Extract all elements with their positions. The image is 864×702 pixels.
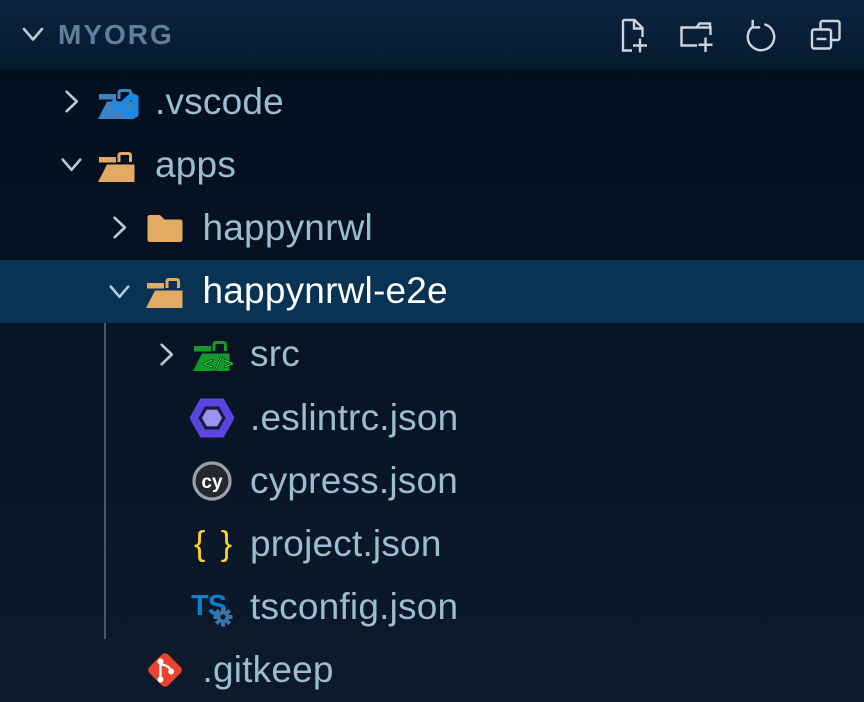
chevron-down-icon [17,18,49,53]
new-file-icon [611,15,651,55]
chevron-right-icon[interactable] [143,339,190,370]
new-folder-button[interactable] [676,15,716,55]
collapse-folders-icon [806,15,846,55]
tree-item-label: .eslintrc.json [250,397,458,439]
new-file-button[interactable] [611,15,651,55]
section-title: MYORG [58,19,174,51]
tree-item-label: .vscode [155,81,284,123]
tree-item-label: apps [155,144,236,186]
chevron-down-icon[interactable] [96,276,143,307]
svg-text:{ }: { } [194,525,234,563]
eslint-icon [190,396,237,440]
json-braces-icon: { } [190,522,237,566]
file-tree: .vscode apps happynrwl happynrwl-e2e </>… [0,70,864,702]
explorer-panel: MYORG .vscode apps happynrwl happynrwl-e… [0,0,864,702]
new-folder-icon [676,15,716,55]
cypress-icon: cy [190,459,237,503]
chevron-right-icon[interactable] [48,86,95,117]
tree-item-apps[interactable]: apps [0,133,864,196]
chevron-down-icon[interactable] [48,149,95,180]
indent-guide [104,323,106,639]
git-icon [143,648,190,692]
tree-item-label: happynrwl [203,207,373,249]
vscode-folder-icon [95,80,142,124]
tree-item-eslintrc-json[interactable]: .eslintrc.json [0,386,864,449]
src-folder-icon: </> [190,332,237,376]
svg-text:cy: cy [201,472,223,493]
tree-item-happynrwl[interactable]: happynrwl [0,196,864,259]
tree-item-label: .gitkeep [203,649,334,691]
tree-item-src[interactable]: </> src [0,323,864,386]
tree-item-label: src [250,333,300,375]
chevron-right-icon[interactable] [96,212,143,243]
refresh-button[interactable] [741,15,781,55]
svg-text:</>: </> [203,354,234,374]
header-actions [611,15,846,55]
section-collapse-chevron[interactable] [16,18,50,52]
tree-item-label: happynrwl-e2e [203,270,448,312]
explorer-section-header: MYORG [0,0,864,70]
tree-item-project-json[interactable]: { } project.json [0,512,864,575]
tree-item-vscode[interactable]: .vscode [0,70,864,133]
tree-item-tsconfig-json[interactable]: TS tsconfig.json [0,576,864,639]
folder-open-icon [95,143,142,187]
refresh-icon [741,15,781,55]
collapse-folders-button[interactable] [806,15,846,55]
tree-item-label: tsconfig.json [250,586,458,628]
folder-open-icon [143,269,190,313]
tree-item-label: project.json [250,523,442,565]
tree-item-gitkeep[interactable]: .gitkeep [0,639,864,702]
tree-item-label: cypress.json [250,460,458,502]
tree-item-happynrwl-e2e[interactable]: happynrwl-e2e [0,260,864,323]
folder-closed-icon [143,206,190,250]
typescript-config-icon: TS [190,585,237,629]
tree-item-cypress-json[interactable]: cy cypress.json [0,449,864,512]
